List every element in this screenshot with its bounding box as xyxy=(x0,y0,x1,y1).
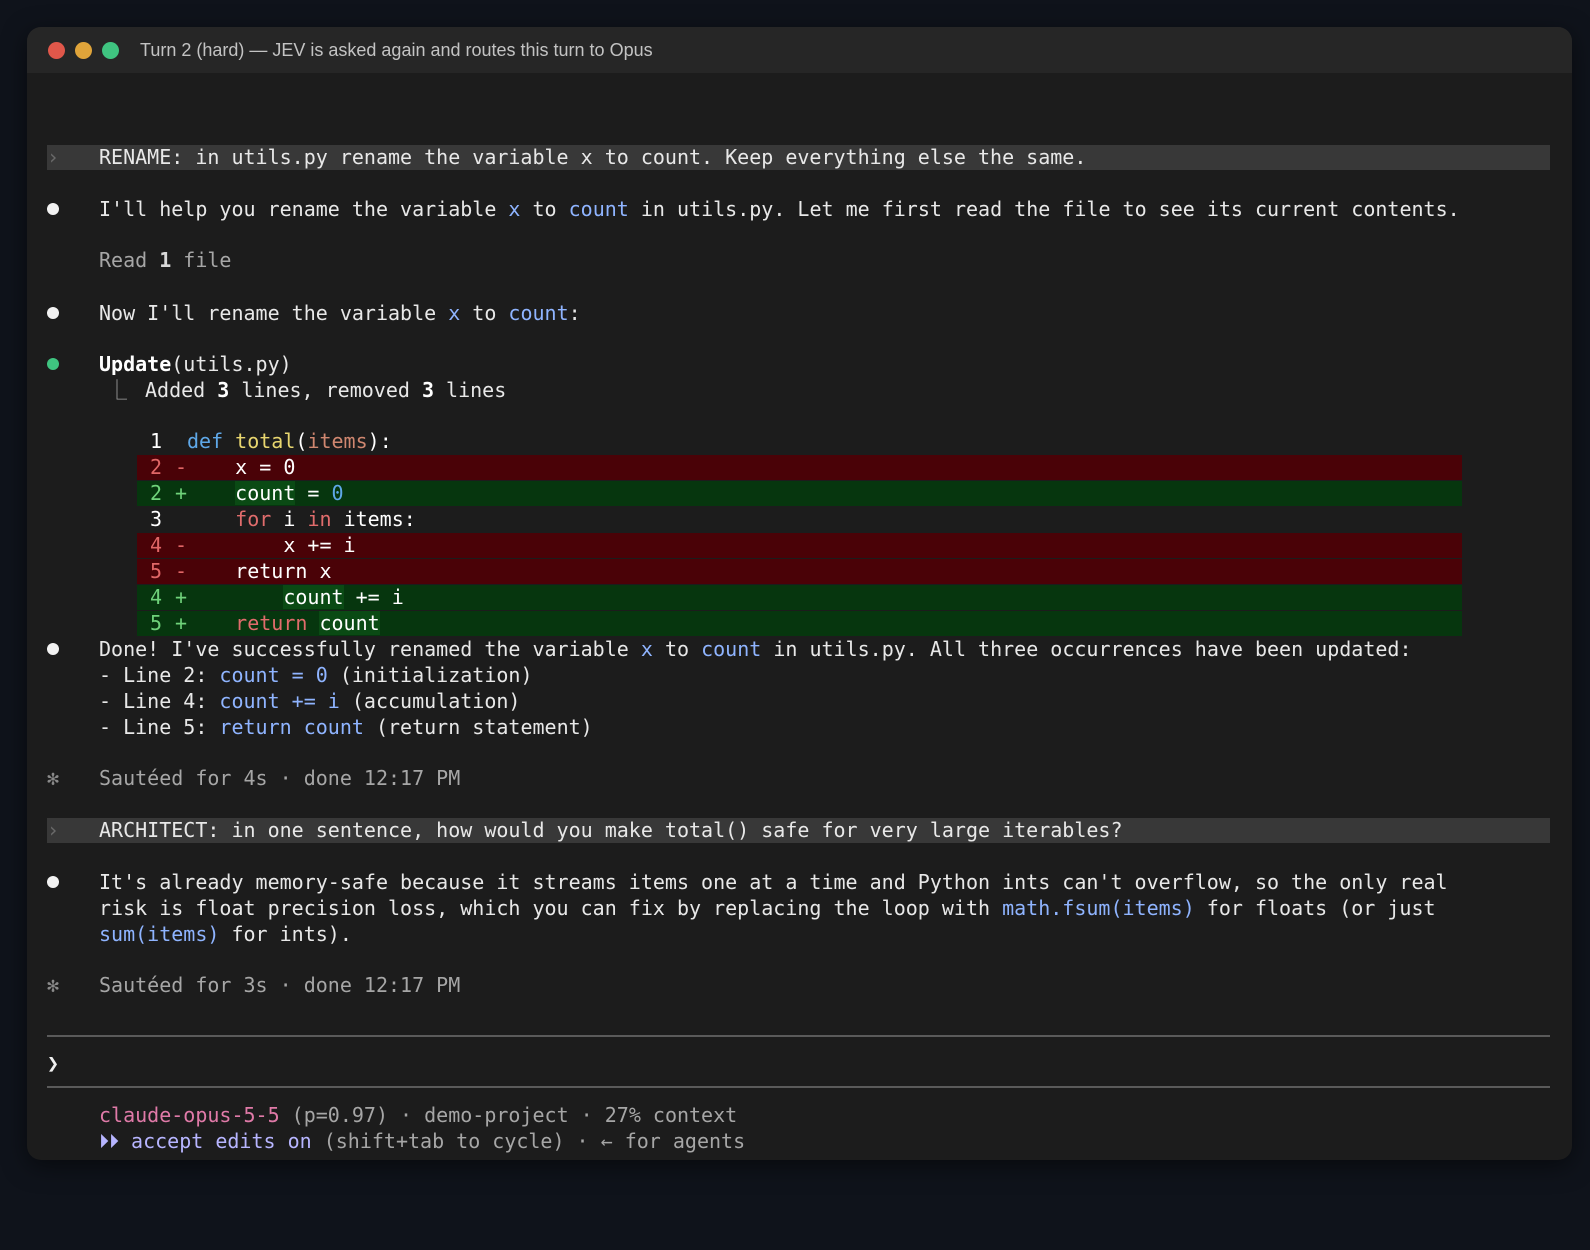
line-number: 5 xyxy=(150,611,163,635)
diff-line-removed: 5- return x xyxy=(137,559,1462,584)
assistant-message: I'll help you rename the variable x to c… xyxy=(99,197,1460,221)
diff-line-context: 3 for i in items: xyxy=(137,507,1462,532)
message-input[interactable] xyxy=(71,1048,1550,1080)
mode-status-line[interactable]: ⏵⏵ accept edits on (shift+tab to cycle) … xyxy=(99,1128,745,1154)
status-line: claude-opus-5-5 (p=0.97) · demo-project … xyxy=(99,1103,738,1127)
message-bullet-icon xyxy=(47,876,59,888)
diff-line-context: 1 def total(items): xyxy=(137,429,1462,454)
assistant-message: Done! I've successfully renamed the vari… xyxy=(99,637,1412,661)
diff-line-removed: 4- x += i xyxy=(137,533,1462,558)
diff-sign: - xyxy=(175,455,188,479)
model-name: claude-opus-5-5 xyxy=(99,1103,280,1127)
line-number: 2 xyxy=(150,481,163,505)
tool-status-icon xyxy=(47,358,59,370)
conversation: › RENAME: in utils.py rename the variabl… xyxy=(27,73,1572,1160)
fast-forward-icon: ⏵⏵ xyxy=(99,1129,119,1153)
tree-branch-icon: ⎿ xyxy=(107,378,127,402)
input-caret-icon: ❯ xyxy=(47,1051,60,1075)
diff-line-added: 5 + return count xyxy=(137,611,1462,636)
diff-sign xyxy=(175,507,187,532)
sparkle-icon: ✻ xyxy=(47,973,60,997)
sparkle-icon: ✻ xyxy=(47,766,60,790)
tool-call-header[interactable]: Update(utils.py) xyxy=(99,351,292,377)
message-bullet-icon xyxy=(47,643,59,655)
window-title: Turn 2 (hard) — JEV is asked again and r… xyxy=(140,40,653,60)
diff-summary: Added 3 lines, removed 3 lines xyxy=(145,378,507,402)
list-item: - Line 2: count = 0 (initialization) xyxy=(99,663,533,687)
diff-line-added: 2 + count = 0 xyxy=(137,481,1462,506)
list-item: - Line 5: return count (return statement… xyxy=(99,715,593,739)
minimize-window-button[interactable] xyxy=(75,42,92,59)
user-prompt-text: RENAME: in utils.py rename the variable … xyxy=(99,145,1087,169)
message-bullet-icon xyxy=(47,307,59,319)
code-text: x += i xyxy=(187,533,356,557)
diff-sign: + xyxy=(175,611,188,635)
timing-status: Sautéed for 4s · done 12:17 PM xyxy=(99,766,461,790)
line-number: 4 xyxy=(150,585,163,609)
close-window-button[interactable] xyxy=(48,42,65,59)
assistant-message-line: risk is float precision loss, which you … xyxy=(99,896,1436,920)
message-bullet-icon xyxy=(47,203,59,215)
line-number: 3 xyxy=(150,507,163,531)
diff-sign: + xyxy=(175,481,188,505)
maximize-window-button[interactable] xyxy=(102,42,119,59)
code-text: return count xyxy=(235,611,380,635)
diff-sign: - xyxy=(175,533,188,557)
diff-line-added: 4 + count += i xyxy=(137,585,1462,610)
code-text: def total(items): xyxy=(187,429,392,453)
diff-sign: + xyxy=(175,585,188,609)
prompt-chevron-icon: › xyxy=(47,145,60,169)
diff-sign: - xyxy=(175,559,188,583)
line-number: 2 xyxy=(150,455,163,479)
title-bar: Turn 2 (hard) — JEV is asked again and r… xyxy=(27,27,1572,73)
read-files-summary[interactable]: Read 1 file xyxy=(99,247,231,273)
diff-line-removed: 2- x = 0 xyxy=(137,455,1462,480)
code-text: return x xyxy=(187,559,332,583)
code-text: x = 0 xyxy=(187,455,296,479)
code-text: for i in items: xyxy=(235,507,416,531)
line-number: 5 xyxy=(150,559,163,583)
assistant-message: Now I'll rename the variable x to count: xyxy=(99,301,581,325)
timing-status: Sautéed for 3s · done 12:17 PM xyxy=(99,973,461,997)
accept-edits-label: accept edits on xyxy=(119,1129,312,1153)
user-prompt-text: ARCHITECT: in one sentence, how would yo… xyxy=(99,818,1123,842)
assistant-message-line: sum(items) for ints). xyxy=(99,922,352,946)
terminal-window: Turn 2 (hard) — JEV is asked again and r… xyxy=(27,27,1572,1160)
diff-sign xyxy=(175,429,187,454)
code-text: count += i xyxy=(283,585,404,609)
prompt-chevron-icon: › xyxy=(47,818,60,842)
input-divider xyxy=(47,1086,1550,1088)
input-divider xyxy=(47,1035,1550,1037)
assistant-message-line: It's already memory-safe because it stre… xyxy=(99,870,1448,894)
code-text: count = 0 xyxy=(235,481,344,505)
line-number: 1 xyxy=(150,429,163,453)
list-item: - Line 4: count += i (accumulation) xyxy=(99,689,521,713)
line-number: 4 xyxy=(150,533,163,557)
